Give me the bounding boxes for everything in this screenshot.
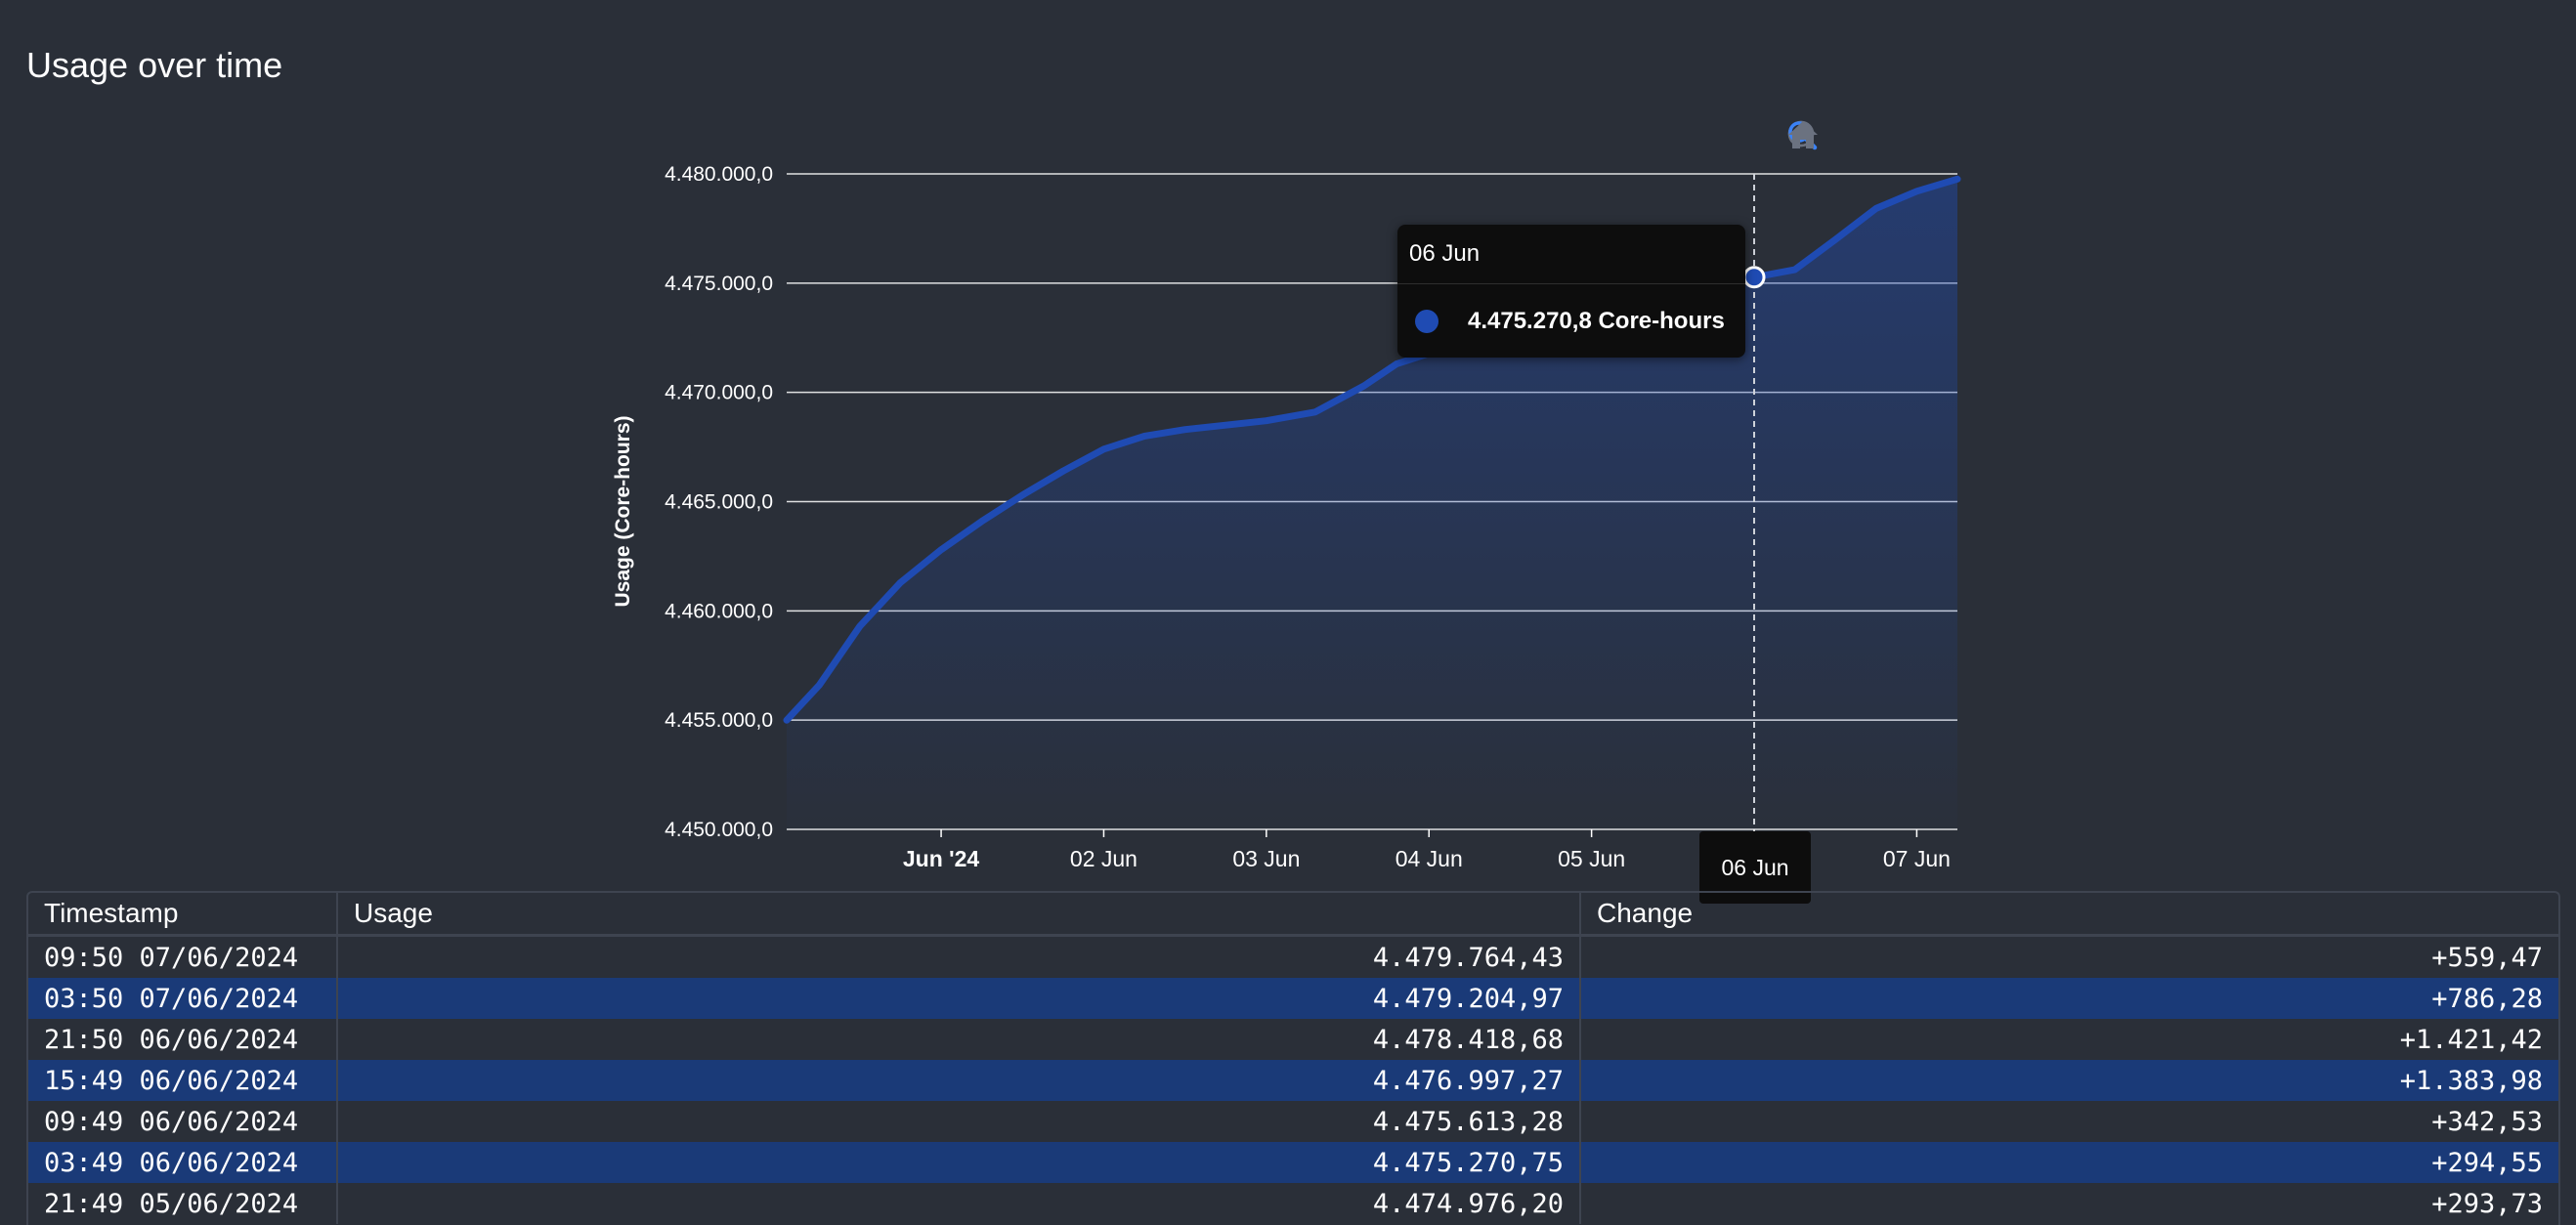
data-point — [1395, 362, 1398, 366]
data-point — [1183, 428, 1187, 432]
data-point — [1142, 434, 1146, 438]
usage-cell: 4.474.976,20 — [337, 1183, 1581, 1224]
home-icon — [1788, 121, 1818, 148]
data-point — [1833, 237, 1837, 241]
change-cell: +293,73 — [2431, 1188, 2543, 1219]
tooltip-title: 06 Jun — [1397, 225, 1745, 284]
change-cell: +342,53 — [2431, 1106, 2543, 1137]
selection-zoom-button[interactable] — [1788, 119, 1904, 158]
x-tick-label: 04 Jun — [1395, 846, 1463, 871]
y-tick-label: 4.455.000,0 — [665, 709, 773, 732]
x-tick-label: 02 Jun — [1070, 846, 1138, 871]
series-marker-icon — [1415, 310, 1438, 333]
data-point — [858, 624, 862, 628]
chart-tooltip: 06 Jun 4.475.270,8 Core-hours — [1397, 225, 1745, 358]
data-point — [1793, 268, 1797, 272]
data-point — [1265, 419, 1268, 423]
data-point — [898, 580, 902, 584]
usage-chart[interactable]: 4.450.000,0 4.455.000,0 4.460.000,0 4.465.0… — [586, 117, 1974, 904]
data-point — [1874, 206, 1878, 210]
y-tick-label: 4.465.000,0 — [665, 491, 773, 514]
data-point — [1362, 384, 1366, 388]
data-point — [1914, 190, 1918, 193]
x-tick-label: 07 Jun — [1883, 846, 1951, 871]
usage-cell: 4.479.764,43 — [337, 935, 1581, 978]
table-row[interactable]: 09:49 06/06/2024 4.475.613,28 +342,53 — [28, 1101, 2558, 1142]
column-header-timestamp[interactable]: Timestamp — [28, 893, 338, 937]
usage-cell: 4.476.997,27 — [337, 1060, 1581, 1101]
usage-cell: 4.475.613,28 — [337, 1101, 1581, 1142]
timestamp-cell: 03:50 07/06/2024 — [28, 978, 338, 1019]
table-row[interactable]: 21:50 06/06/2024 4.478.418,68 +1.421,42 — [28, 1019, 2558, 1060]
change-cell: +1.383,98 — [1580, 1060, 2558, 1101]
data-point — [1101, 447, 1105, 451]
data-point — [1224, 423, 1227, 427]
x-tick-label: 03 Jun — [1232, 846, 1300, 871]
table-row[interactable]: 09:50 07/06/2024 4.479.764,43 +559,47 — [28, 935, 2558, 978]
y-tick-label: 4.460.000,0 — [665, 600, 773, 622]
data-point — [1020, 493, 1024, 497]
y-axis-label: Usage (Core-hours) — [612, 415, 634, 607]
y-tick-label: 4.450.000,0 — [665, 819, 773, 841]
change-cell: +294,55 — [1580, 1142, 2558, 1183]
change-cell: +1.421,42 — [2399, 1024, 2543, 1055]
timestamp-cell: 03:49 06/06/2024 — [28, 1142, 338, 1183]
data-point — [785, 718, 789, 722]
page-title: Usage over time — [26, 45, 283, 85]
table-row[interactable]: 21:49 05/06/2024 4.474.976,20 +293,73 — [28, 1183, 2558, 1224]
change-cell: +559,47 — [2431, 942, 2543, 973]
column-header-usage[interactable]: Usage — [337, 893, 1581, 937]
timestamp-cell: 09:49 06/06/2024 — [28, 1101, 338, 1142]
data-point — [939, 548, 943, 552]
timestamp-cell: 21:49 05/06/2024 — [28, 1183, 338, 1224]
usage-cell: 4.475.270,75 — [337, 1142, 1581, 1183]
table-row[interactable]: 15:49 06/06/2024 4.476.997,27 +1.383,98 — [28, 1060, 2558, 1101]
timestamp-cell: 15:49 06/06/2024 — [28, 1060, 338, 1101]
usage-table: Timestamp Usage Change 09:50 07/06/2024 … — [28, 893, 2558, 1224]
y-tick-label: 4.475.000,0 — [665, 273, 773, 295]
table-row[interactable]: 03:50 07/06/2024 4.479.204,97 +786,28 — [28, 978, 2558, 1019]
data-point — [980, 520, 984, 524]
data-point — [1752, 275, 1756, 279]
data-point — [817, 683, 821, 687]
y-tick-label: 4.470.000,0 — [665, 382, 773, 404]
chart-toolbar — [1786, 119, 1943, 158]
timestamp-cell: 09:50 07/06/2024 — [28, 935, 338, 978]
table-header-row: Timestamp Usage Change — [28, 893, 2558, 937]
data-point — [1061, 469, 1065, 473]
data-point — [1955, 177, 1959, 181]
timestamp-cell: 21:50 06/06/2024 — [28, 1019, 338, 1060]
change-cell: +786,28 — [1580, 978, 2558, 1019]
y-axis-ticks: 4.450.000,0 4.455.000,0 4.460.000,0 4.465.0… — [665, 163, 773, 841]
usage-table-container[interactable]: Timestamp Usage Change 09:50 07/06/2024 … — [26, 891, 2560, 1225]
usage-cell: 4.479.204,97 — [337, 978, 1581, 1019]
usage-chart-svg[interactable]: 4.450.000,0 4.455.000,0 4.460.000,0 4.465.0… — [586, 117, 1974, 899]
y-tick-label: 4.480.000,0 — [665, 163, 773, 186]
x-tick-label: 05 Jun — [1558, 846, 1625, 871]
usage-cell: 4.478.418,68 — [337, 1019, 1581, 1060]
data-point — [1313, 410, 1317, 414]
usage-area — [787, 179, 1957, 830]
tooltip-value: 4.475.270,8 Core-hours — [1468, 308, 1725, 334]
x-tick-label: Jun '24 — [903, 846, 980, 871]
reset-zoom-button[interactable] — [1788, 119, 1943, 158]
column-header-change[interactable]: Change — [1580, 893, 2558, 937]
zoom-out-button[interactable] — [1787, 119, 1865, 158]
table-row[interactable]: 03:49 06/06/2024 4.475.270,75 +294,55 — [28, 1142, 2558, 1183]
